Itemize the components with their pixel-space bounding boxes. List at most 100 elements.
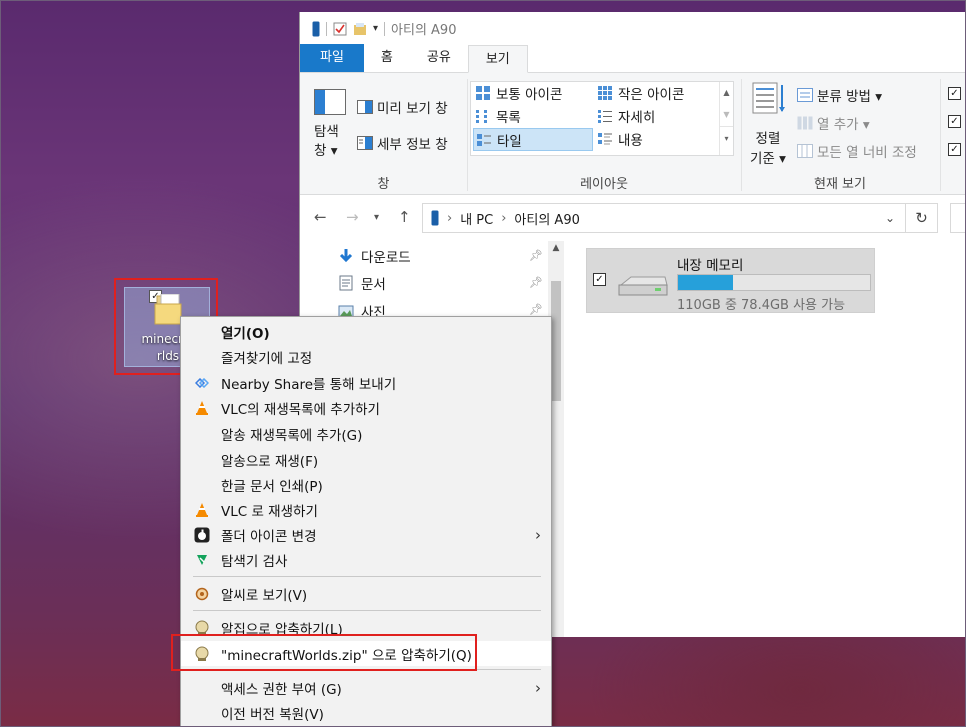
layout-list[interactable]: 목록 <box>475 106 521 126</box>
submenu-chevron-icon: › <box>535 678 541 697</box>
menu-item-nearby-share[interactable]: Nearby Share를 통해 보내기 <box>181 370 551 395</box>
layout-small-icons[interactable]: 작은 아이콘 <box>597 83 684 103</box>
address-dropdown-chevron-icon[interactable]: ⌄ <box>885 211 895 225</box>
group-by-button[interactable]: 분류 방법 ▾ <box>797 85 882 105</box>
ribbon-checkbox-3[interactable]: ✓ <box>948 143 961 156</box>
menu-item-restore-previous-label: 이전 버전 복원(V) <box>221 706 324 723</box>
title-bar: ▾ 아티의 A90 <box>300 12 966 45</box>
drive-free-space: 110GB 중 78.4GB 사용 가능 <box>677 298 846 313</box>
layout-group-label: 레이아웃 <box>580 177 628 192</box>
quick-access-dropdown-icon[interactable]: ▾ <box>373 23 378 34</box>
menu-item-nearby-share-label: Nearby Share를 통해 보내기 <box>221 376 397 393</box>
menu-item-give-access[interactable]: 액세스 권한 부여 (G) › <box>181 675 551 700</box>
details-pane-label: 세부 정보 창 <box>377 137 448 153</box>
menu-item-vlc-play[interactable]: VLC 로 재생하기 <box>181 497 551 522</box>
navigation-pane-button[interactable] <box>314 89 346 115</box>
gallery-down-icon[interactable]: ▼ <box>720 104 733 126</box>
menu-item-alsong-add-playlist[interactable]: 알송 재생목록에 추가(G) <box>181 421 551 446</box>
preview-pane-label: 미리 보기 창 <box>377 101 448 117</box>
menu-item-open[interactable]: 열기(O) <box>181 319 551 344</box>
tab-view[interactable]: 보기 <box>467 45 528 73</box>
breadcrumb-this-pc[interactable]: 내 PC <box>460 209 493 228</box>
forward-arrow-icon[interactable]: → <box>346 208 359 226</box>
size-all-columns-label: 모든 열 너비 조정 <box>817 145 917 161</box>
preview-pane-button[interactable]: 미리 보기 창 <box>357 97 448 117</box>
back-arrow-icon[interactable]: ← <box>314 208 327 226</box>
menu-item-hangul-print[interactable]: 한글 문서 인쇄(P) <box>181 472 551 497</box>
add-columns-button[interactable]: 열 추가 ▾ <box>797 113 870 133</box>
menu-item-open-label: 열기(O) <box>221 325 270 342</box>
address-bar[interactable]: › 내 PC › 아티의 A90 ⌄ <box>422 203 906 233</box>
group-by-label: 분류 방법 ▾ <box>817 89 883 105</box>
menu-item-pin-to-quick-access[interactable]: 즐겨찾기에 고정 <box>181 344 551 369</box>
navigation-pane-dropdown[interactable]: 탐색 창 ▾ <box>314 123 339 161</box>
nav-item-documents[interactable]: 문서 <box>338 273 386 293</box>
gallery-up-icon[interactable]: ▲ <box>720 82 733 104</box>
drive-name: 내장 메모리 <box>677 258 744 274</box>
drive-usage-fill <box>678 275 734 290</box>
drive-select-checkbox[interactable]: ✓ <box>593 273 606 286</box>
refresh-icon[interactable]: ↻ <box>906 203 938 233</box>
content-view-icon <box>598 133 612 145</box>
details-pane-icon <box>357 136 373 150</box>
scroll-up-icon[interactable]: ▲ <box>548 241 564 255</box>
breadcrumb-chevron-icon: › <box>447 210 453 226</box>
layout-gallery-scroll[interactable]: ▲ ▼ ▾ <box>719 82 733 155</box>
pin-icon[interactable]: 📌︎ <box>529 276 543 289</box>
ribbon-checkbox-1[interactable]: ✓ <box>948 87 961 100</box>
pin-icon[interactable]: 📌︎ <box>529 303 543 316</box>
phone-icon <box>312 21 320 36</box>
alsee-icon <box>193 585 210 602</box>
tiles-view-icon <box>477 133 491 146</box>
layout-details[interactable]: 자세히 <box>597 106 655 126</box>
menu-item-vlc-add-playlist[interactable]: VLC의 재생목록에 추가하기 <box>181 395 551 420</box>
details-pane-button[interactable]: 세부 정보 창 <box>357 133 448 153</box>
search-box[interactable] <box>950 203 966 233</box>
drive-icon <box>618 276 668 296</box>
ribbon-checkbox-2[interactable]: ✓ <box>948 115 961 128</box>
nav-item-documents-label: 문서 <box>361 277 386 293</box>
tab-home[interactable]: 홈 <box>364 44 410 72</box>
vlc-cone-icon <box>193 501 210 518</box>
breadcrumb-device[interactable]: 아티의 A90 <box>514 209 579 228</box>
drive-tile-internal-storage[interactable]: ✓ 내장 메모리 110GB 중 78.4GB 사용 가능 <box>586 248 875 313</box>
menu-item-give-access-label: 액세스 권한 부여 (G) <box>221 681 342 698</box>
nav-item-downloads[interactable]: 다운로드 <box>338 246 411 266</box>
layout-content[interactable]: 내용 <box>597 129 643 149</box>
menu-item-change-folder-icon[interactable]: 폴더 아이콘 변경 › <box>181 522 551 547</box>
size-all-columns-button[interactable]: 모든 열 너비 조정 <box>797 141 917 161</box>
layout-tiles-label: 타일 <box>497 133 522 150</box>
sort-by-button[interactable] <box>752 81 786 115</box>
properties-icon[interactable] <box>333 22 347 36</box>
layout-tiles-selected[interactable]: 타일 <box>473 128 593 151</box>
scrollbar-thumb[interactable] <box>551 281 561 401</box>
submenu-chevron-icon: › <box>535 525 541 544</box>
download-arrow-icon <box>339 249 353 263</box>
menu-item-alsong-play[interactable]: 알송으로 재생(F) <box>181 447 551 472</box>
tab-file[interactable]: 파일 <box>300 44 364 72</box>
menu-item-alsee-view[interactable]: 알씨로 보기(V) <box>181 581 551 606</box>
highlight-box-compress-to-zip <box>171 634 477 671</box>
tab-share[interactable]: 공유 <box>410 44 468 72</box>
ribbon-view: 탐색 창 ▾ 미리 보기 창 세부 정보 창 창 보통 아이콘 작은 아이콘 목… <box>300 73 966 195</box>
recent-locations-chevron-icon[interactable]: ▾ <box>374 212 379 223</box>
pin-icon[interactable]: 📌︎ <box>529 249 543 262</box>
panes-group-label: 창 <box>377 177 390 192</box>
explorer-check-icon <box>193 551 210 568</box>
layout-content-label: 내용 <box>618 133 643 149</box>
breadcrumb-chevron-icon: › <box>501 210 507 226</box>
sort-icon <box>752 82 785 114</box>
menu-item-explorer-scan[interactable]: 탐색기 검사 <box>181 547 551 572</box>
nav-item-downloads-label: 다운로드 <box>361 250 411 266</box>
menu-item-alsee-view-label: 알씨로 보기(V) <box>221 587 308 604</box>
layout-details-label: 자세히 <box>618 110 656 126</box>
new-folder-icon[interactable] <box>353 22 367 36</box>
menu-item-restore-previous-versions[interactable]: 이전 버전 복원(V) <box>181 700 551 725</box>
layout-list-label: 목록 <box>496 110 521 126</box>
layout-large-icons[interactable]: 보통 아이콘 <box>475 83 562 103</box>
vlc-cone-icon <box>193 399 210 416</box>
sort-by-dropdown[interactable]: 정렬 기준 ▾ <box>750 129 786 169</box>
navigation-pane-label-1: 탐색 <box>314 124 339 140</box>
gallery-expand-icon[interactable]: ▾ <box>720 126 733 150</box>
up-arrow-icon[interactable]: ↑ <box>398 208 411 226</box>
